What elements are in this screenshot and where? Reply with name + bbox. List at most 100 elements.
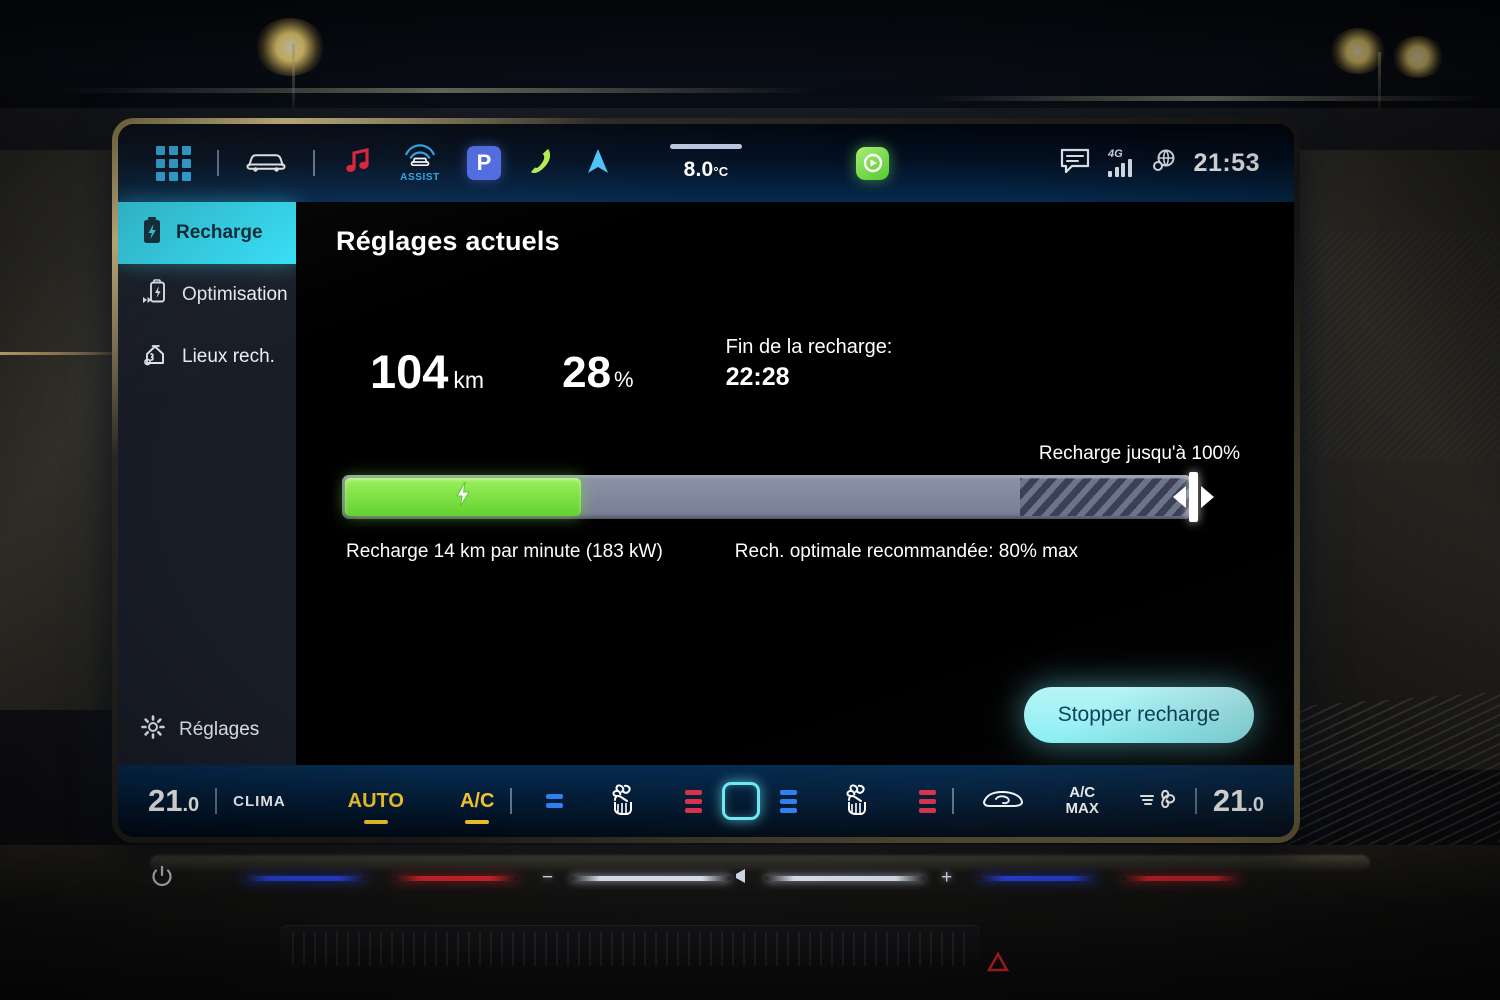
charge-rate-text: Recharge 14 km par minute (183 kW) xyxy=(346,540,663,562)
ac-label: A/C xyxy=(459,789,495,812)
driver-temperature-value: 21 xyxy=(148,783,183,818)
carplay-app-shortcut[interactable] xyxy=(856,146,889,180)
status-bar: ASSIST P 8.0°C 4G 21:53 xyxy=(118,124,1294,202)
climate-divider xyxy=(1194,788,1197,814)
vehicle-icon[interactable] xyxy=(245,148,287,179)
slider-arrow-right xyxy=(1201,485,1214,508)
signal-bars-icon: 4G xyxy=(1108,148,1132,177)
hazard-light-button[interactable] xyxy=(985,950,1011,974)
page-title: Réglages actuels xyxy=(336,226,560,256)
sidebar-item-label: Lieux rech. xyxy=(182,346,275,367)
ac-max-toggle[interactable]: A/C MAX xyxy=(1066,785,1099,817)
outside-temperature-value: 8.0 xyxy=(683,158,714,181)
sidebar: Recharge Optimisation Lieux rech. Réglag… xyxy=(118,202,296,765)
charge-slider-track[interactable] xyxy=(342,474,1192,519)
assist-icon[interactable]: ASSIST xyxy=(399,143,441,183)
charging-location-icon xyxy=(142,340,168,374)
sidebar-item-label: Optimisation xyxy=(182,284,288,305)
status-divider xyxy=(313,150,315,176)
recirculation-icon[interactable] xyxy=(980,786,1026,817)
volume-plus-label[interactable]: + xyxy=(941,867,952,889)
speaker-volume-icon xyxy=(731,867,746,890)
music-note-icon[interactable] xyxy=(341,145,373,182)
slider-handle-arrows-icon[interactable] xyxy=(1173,471,1214,522)
sidebar-item-optimisation[interactable]: Optimisation xyxy=(118,264,296,326)
led-strip-red-right xyxy=(1122,875,1243,881)
charge-stats: 104 km 28% Fin de la recharge: 22:28 xyxy=(336,335,1254,395)
fan-hand-left-icon[interactable] xyxy=(605,782,643,821)
driver-cold-level[interactable] xyxy=(546,794,564,808)
street-lamp-glow xyxy=(1392,36,1444,78)
pull-down-handle[interactable] xyxy=(670,144,742,149)
lamp-post xyxy=(292,44,295,116)
network-generation-label: 4G xyxy=(1108,148,1123,160)
sidebar-item-reglages[interactable]: Réglages xyxy=(118,695,296,765)
passenger-hot-level[interactable] xyxy=(918,789,936,813)
dashboard-texture xyxy=(1300,230,1500,460)
battery-bolt-icon xyxy=(142,216,162,250)
passenger-temperature-value: 21 xyxy=(1212,783,1248,818)
volume-track-left[interactable] xyxy=(571,875,732,881)
charge-slider[interactable] xyxy=(336,471,1254,522)
action-row: Stopper recharge xyxy=(1023,687,1254,743)
apps-grid-icon[interactable] xyxy=(156,145,191,181)
driver-temperature[interactable]: 21.0 xyxy=(148,783,199,819)
lightning-bolt-icon xyxy=(454,481,472,512)
charge-recommendation-text: Rech. optimale recommandée: 80% max xyxy=(734,540,1079,562)
street-lamp-glow xyxy=(255,18,325,76)
stop-charge-button[interactable]: Stopper recharge xyxy=(1023,687,1254,743)
charge-end-stat: Fin de la recharge: 22:28 xyxy=(726,335,893,395)
infotainment-screen: ASSIST P 8.0°C 4G 21:53 Recharge Optimis… xyxy=(118,124,1294,837)
climate-divider xyxy=(510,788,513,814)
clock: 21:53 xyxy=(1193,148,1260,177)
ac-max-label-top: A/C xyxy=(1069,784,1096,802)
outside-temperature-unit: °C xyxy=(713,164,729,179)
speaker-grille xyxy=(1270,691,1500,859)
park-assist-icon[interactable]: P xyxy=(467,146,501,180)
car-interior-scene: ASSIST P 8.0°C 4G 21:53 Recharge Optimis… xyxy=(0,0,1500,1000)
center-vent-icon[interactable] xyxy=(721,782,760,820)
app-body: Recharge Optimisation Lieux rech. Réglag… xyxy=(118,202,1294,765)
volume-minus-label[interactable]: − xyxy=(542,867,553,889)
charge-level-fill xyxy=(345,477,582,516)
navigation-arrow-icon[interactable] xyxy=(583,145,613,182)
park-label: P xyxy=(476,150,492,175)
charge-end-label: Fin de la recharge: xyxy=(725,336,893,358)
auto-label: AUTO xyxy=(347,789,404,812)
climate-divider xyxy=(951,788,954,814)
slider-arrow-left xyxy=(1173,485,1186,508)
vent-slats xyxy=(292,932,968,966)
assist-label: ASSIST xyxy=(400,172,440,183)
message-bubble-icon[interactable] xyxy=(1059,147,1091,180)
ac-max-label-bottom: MAX xyxy=(1065,800,1099,817)
battery-percent-stat: 28% xyxy=(562,350,634,395)
blower-icon[interactable] xyxy=(1139,786,1179,817)
ac-toggle[interactable]: A/C xyxy=(459,789,495,824)
sidebar-item-lieux-rech[interactable]: Lieux rech. xyxy=(118,326,296,388)
sidebar-item-recharge[interactable]: Recharge xyxy=(118,202,296,264)
power-button-icon[interactable] xyxy=(150,864,182,893)
charge-limit-label: Recharge jusqu'à 100% xyxy=(1038,442,1240,464)
gear-icon xyxy=(140,714,166,746)
climate-bar: 21.0 CLIMA AUTO A/C A/C MAX 21.0 xyxy=(118,765,1294,837)
battery-percent-unit: % xyxy=(614,366,634,392)
led-strip-blue-right xyxy=(978,875,1099,881)
auto-toggle[interactable]: AUTO xyxy=(347,789,404,824)
charge-captions: Recharge 14 km par minute (183 kW) Rech.… xyxy=(336,541,1254,563)
volume-track-right[interactable] xyxy=(765,875,926,881)
status-right-group: 4G 21:53 xyxy=(1059,147,1260,180)
passenger-temperature[interactable]: 21.0 xyxy=(1213,783,1264,819)
battery-optimise-icon xyxy=(142,278,168,312)
fan-hand-right-icon[interactable] xyxy=(839,782,877,821)
driver-hot-level[interactable] xyxy=(685,789,703,813)
outside-temperature-display: 8.0°C xyxy=(670,144,742,182)
main-content: Réglages actuels 104 km 28% Fin de la rec… xyxy=(296,202,1294,765)
clima-label[interactable]: CLIMA xyxy=(233,793,286,810)
sidebar-item-label: Recharge xyxy=(176,222,263,243)
carplay-app-icon xyxy=(856,146,889,180)
driver-temperature-decimal: .0 xyxy=(182,794,200,816)
phone-icon[interactable] xyxy=(527,145,557,182)
sidebar-item-label: Réglages xyxy=(179,719,260,740)
passenger-cold-level[interactable] xyxy=(779,789,797,813)
